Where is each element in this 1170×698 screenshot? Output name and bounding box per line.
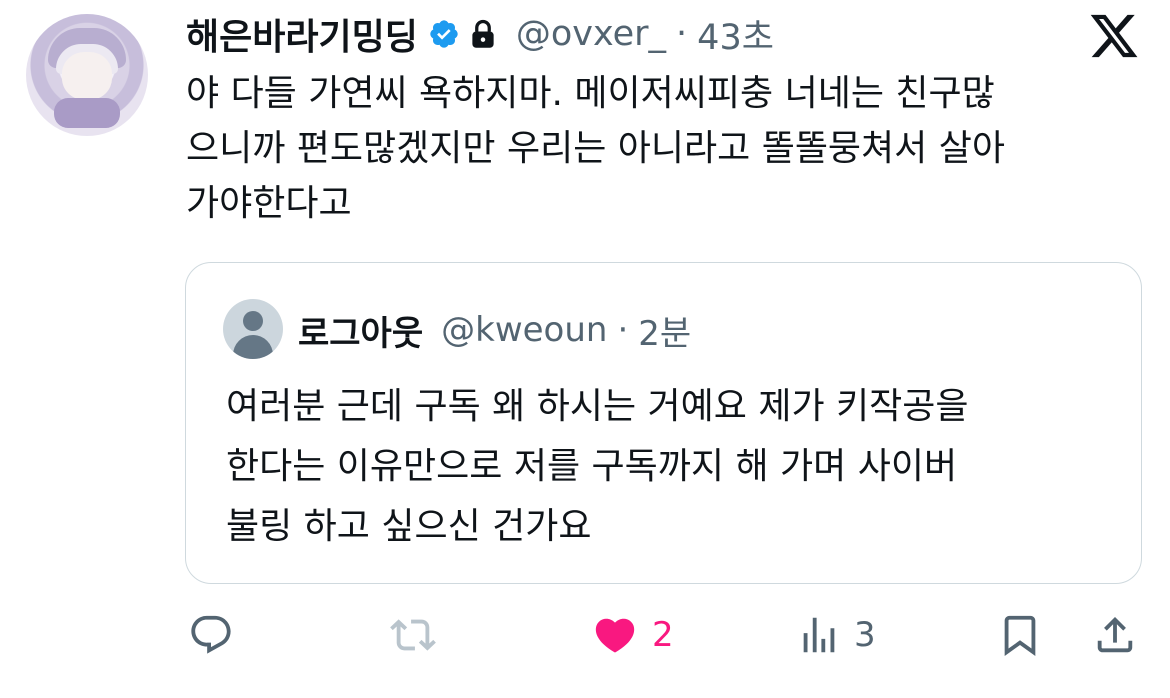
tweet-timestamp[interactable]: 43초 bbox=[697, 9, 774, 60]
like-button[interactable]: 2 bbox=[590, 600, 674, 670]
verified-badge-icon bbox=[430, 20, 458, 48]
x-logo-icon[interactable] bbox=[1088, 10, 1140, 62]
retweet-icon bbox=[390, 619, 436, 651]
quoted-tweet-header: 로그아웃 @kweoun · 2분 bbox=[298, 303, 691, 357]
quoted-author-handle: @kweoun bbox=[441, 310, 608, 350]
lock-icon bbox=[472, 19, 494, 48]
tweet-text: 야 다들 가연씨 욕하지마. 메이저씨피충 너네는 친구많 으니까 편도많겠지만… bbox=[186, 73, 1005, 224]
quoted-author-display-name: 로그아웃 bbox=[298, 313, 424, 354]
quoted-author-avatar bbox=[223, 299, 283, 359]
bookmark-icon bbox=[1004, 615, 1036, 656]
heart-icon bbox=[595, 618, 635, 653]
reply-icon bbox=[191, 615, 231, 654]
quoted-tweet-text: 여러분 근데 구독 왜 하시는 거예요 제가 키작공을 한다는 이유만으로 저를… bbox=[226, 386, 969, 547]
views-icon bbox=[803, 617, 835, 653]
views-button[interactable]: 3 bbox=[796, 600, 876, 670]
like-count: 2 bbox=[652, 615, 674, 655]
share-button[interactable] bbox=[1092, 600, 1138, 670]
reply-button[interactable] bbox=[188, 600, 246, 670]
author-avatar[interactable] bbox=[26, 14, 148, 136]
author-display-name[interactable]: 해은바라기밍딩 bbox=[186, 8, 418, 60]
bookmark-button[interactable] bbox=[997, 600, 1043, 670]
quoted-tweet[interactable]: 로그아웃 @kweoun · 2분 여러분 근데 구독 왜 하시는 거예요 제가… bbox=[185, 262, 1142, 584]
tweet-header: 해은바라기밍딩 @ovxer_ · 43초 bbox=[186, 8, 774, 60]
retweet-button[interactable] bbox=[387, 600, 451, 670]
separator-dot: · bbox=[617, 310, 629, 350]
tweet-action-bar: 2 3 bbox=[0, 600, 1170, 670]
share-icon bbox=[1097, 616, 1133, 653]
separator-dot: · bbox=[676, 14, 688, 54]
quoted-tweet-timestamp: 2분 bbox=[638, 313, 692, 354]
views-count: 3 bbox=[854, 615, 876, 655]
author-handle[interactable]: @ovxer_ bbox=[516, 14, 666, 54]
